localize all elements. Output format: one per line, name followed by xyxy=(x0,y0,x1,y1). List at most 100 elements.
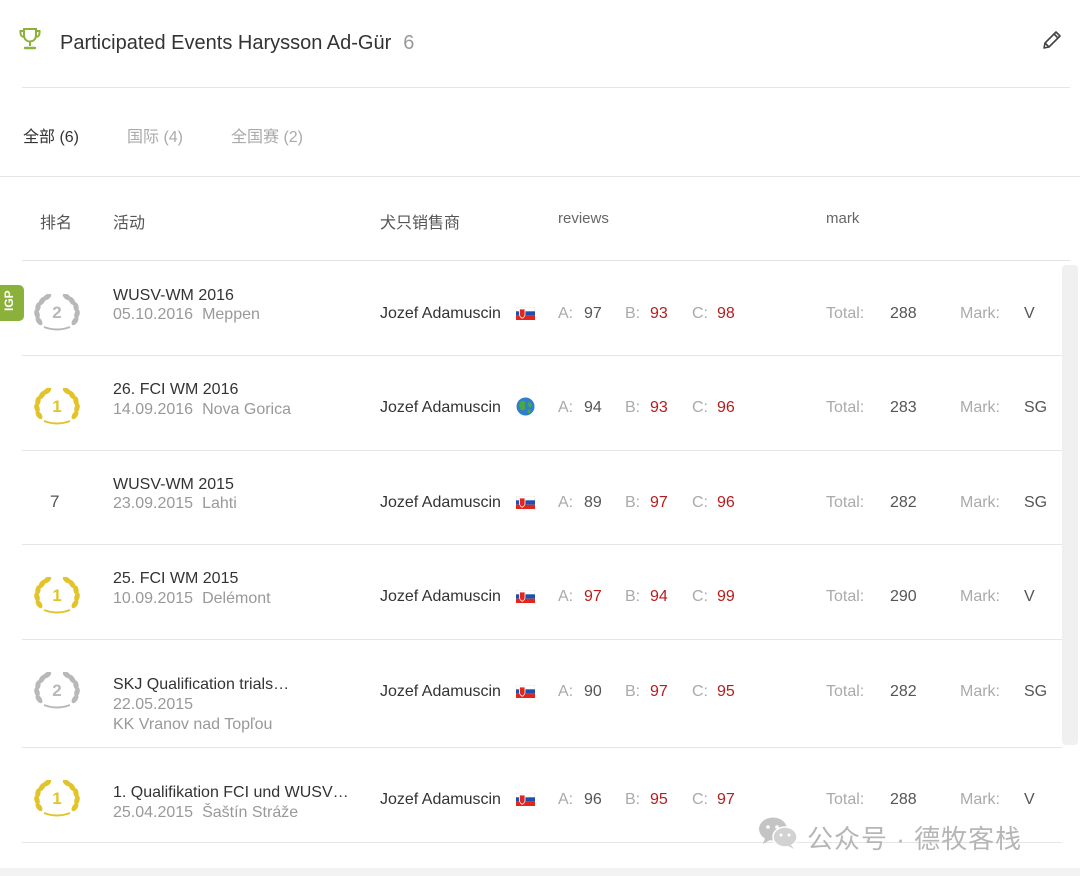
wechat-icon xyxy=(759,817,798,849)
event-title[interactable]: 1. Qualifikation FCI und WUSV… xyxy=(113,784,349,802)
rank-number: 1 xyxy=(52,586,62,605)
score-a-value: 94 xyxy=(584,399,602,416)
total-label: Total: xyxy=(826,588,865,605)
breeder-name: Jozef Adamuscin xyxy=(380,399,501,416)
score-c-label: C: xyxy=(692,494,708,511)
rank-number: 1 xyxy=(52,789,62,808)
mark-value: V xyxy=(1024,791,1035,808)
total-label: Total: xyxy=(826,494,865,511)
slovakia-flag-icon xyxy=(516,590,535,603)
event-meta: 10.09.2015 Delémont xyxy=(113,590,271,608)
col-event: 活动 xyxy=(113,215,146,232)
tab-national[interactable]: 全国赛 (2) xyxy=(231,123,303,147)
table-row[interactable]: 2 WUSV-WM 2016 05.10.2016 Meppen Jozef Adamu… xyxy=(0,261,1062,356)
table-row[interactable]: 1 25. FCI WM 2015 10.09.2015 Delémont Jozef … xyxy=(0,545,1062,640)
score-b-label: B: xyxy=(625,494,641,511)
score-c-value: 95 xyxy=(717,683,735,700)
mark-label: Mark: xyxy=(960,305,1000,322)
event-title[interactable]: 26. FCI WM 2016 xyxy=(113,381,238,399)
slovakia-flag-icon xyxy=(516,307,535,320)
slovakia-flag-icon xyxy=(516,793,535,806)
score-a-label: A: xyxy=(558,791,574,808)
edit-pencil-icon[interactable] xyxy=(1040,28,1064,52)
table-row[interactable]: 7 WUSV-WM 2015 23.09.2015 Lahti Jozef Adamus… xyxy=(0,451,1062,545)
table-row[interactable]: 1 26. FCI WM 2016 14.09.2016 Nova Gorica Joz… xyxy=(0,356,1062,451)
score-a-label: A: xyxy=(558,305,574,322)
event-meta: 05.10.2016 Meppen xyxy=(113,306,260,324)
total-value: 283 xyxy=(890,399,917,416)
trophy-icon xyxy=(19,28,41,50)
score-c-label: C: xyxy=(692,791,708,808)
event-meta: 25.04.2015 Šaštín Stráže xyxy=(113,804,298,822)
events-count: 6 xyxy=(403,32,415,54)
score-a-value: 90 xyxy=(584,683,602,700)
score-a-value: 97 xyxy=(584,588,602,605)
mark-label: Mark: xyxy=(960,399,1000,416)
event-location: Delémont xyxy=(202,590,271,607)
event-meta: 14.09.2016 Nova Gorica xyxy=(113,401,291,419)
tab-all[interactable]: 全部 (6) xyxy=(23,123,79,147)
score-c-value: 97 xyxy=(717,791,735,808)
rank-medal: 1 xyxy=(34,388,80,426)
score-a-value: 97 xyxy=(584,305,602,322)
globe-icon xyxy=(516,397,535,416)
score-b-value: 93 xyxy=(650,305,668,322)
mark-value: SG xyxy=(1024,399,1048,416)
event-title[interactable]: WUSV-WM 2016 xyxy=(113,287,234,305)
col-reviews: reviews xyxy=(558,210,609,227)
breeder-name: Jozef Adamuscin xyxy=(380,494,501,511)
event-title[interactable]: SKJ Qualification trials… xyxy=(113,676,289,694)
mark-value: V xyxy=(1024,305,1035,322)
score-c-label: C: xyxy=(692,588,708,605)
mark-value: V xyxy=(1024,588,1035,605)
watermark-text: 公众号 · 德牧客栈 xyxy=(807,824,1023,854)
score-b-label: B: xyxy=(625,305,641,322)
score-a-label: A: xyxy=(558,588,574,605)
event-date: 05.10.2016 xyxy=(113,306,194,323)
col-rank: 排名 xyxy=(40,215,73,232)
rank-medal: 1 xyxy=(34,577,80,615)
total-value: 282 xyxy=(890,683,917,700)
score-c-label: C: xyxy=(692,399,708,416)
page-title: Participated Events Harysson Ad-Gür 6 xyxy=(60,32,414,55)
event-location: Meppen xyxy=(202,306,260,323)
col-mark: mark xyxy=(826,210,860,227)
mark-value: SG xyxy=(1024,683,1048,700)
table-row[interactable]: 2 SKJ Qualification trials… 22.05.2015 KK V… xyxy=(0,640,1062,748)
event-location: Nova Gorica xyxy=(202,401,291,418)
total-value: 288 xyxy=(890,791,917,808)
breeder-name: Jozef Adamuscin xyxy=(380,588,501,605)
event-date: 22.05.2015 xyxy=(113,696,194,713)
col-breeder: 犬只销售商 xyxy=(380,215,461,232)
igp-side-tab-label: IGP xyxy=(2,290,16,311)
slovakia-flag-icon xyxy=(516,685,535,698)
event-date: 25.04.2015 xyxy=(113,804,194,821)
tab-international[interactable]: 国际 (4) xyxy=(127,123,183,147)
score-c-label: C: xyxy=(692,305,708,322)
score-b-value: 97 xyxy=(650,494,668,511)
rank-medal: 1 xyxy=(34,780,80,818)
score-b-label: B: xyxy=(625,588,641,605)
rank-number: 2 xyxy=(52,681,62,700)
score-b-value: 94 xyxy=(650,588,668,605)
event-date: 14.09.2016 xyxy=(113,401,194,418)
igp-side-tab[interactable]: IGP xyxy=(0,285,24,321)
total-value: 288 xyxy=(890,305,917,322)
score-c-label: C: xyxy=(692,683,708,700)
mark-label: Mark: xyxy=(960,494,1000,511)
rank-medal: 2 xyxy=(34,294,80,332)
score-b-value: 93 xyxy=(650,399,668,416)
score-b-label: B: xyxy=(625,399,641,416)
scrollbar[interactable] xyxy=(1062,265,1078,745)
event-title[interactable]: 25. FCI WM 2015 xyxy=(113,570,238,588)
title-text: Participated Events Harysson Ad-Gür xyxy=(60,32,392,54)
event-title[interactable]: WUSV-WM 2015 xyxy=(113,476,234,494)
mark-label: Mark: xyxy=(960,683,1000,700)
bottom-edge xyxy=(0,868,1080,876)
breeder-name: Jozef Adamuscin xyxy=(380,791,501,808)
score-c-value: 99 xyxy=(717,588,735,605)
total-label: Total: xyxy=(826,305,865,322)
rank-medal: 2 xyxy=(34,672,80,710)
score-a-label: A: xyxy=(558,683,574,700)
score-b-value: 95 xyxy=(650,791,668,808)
